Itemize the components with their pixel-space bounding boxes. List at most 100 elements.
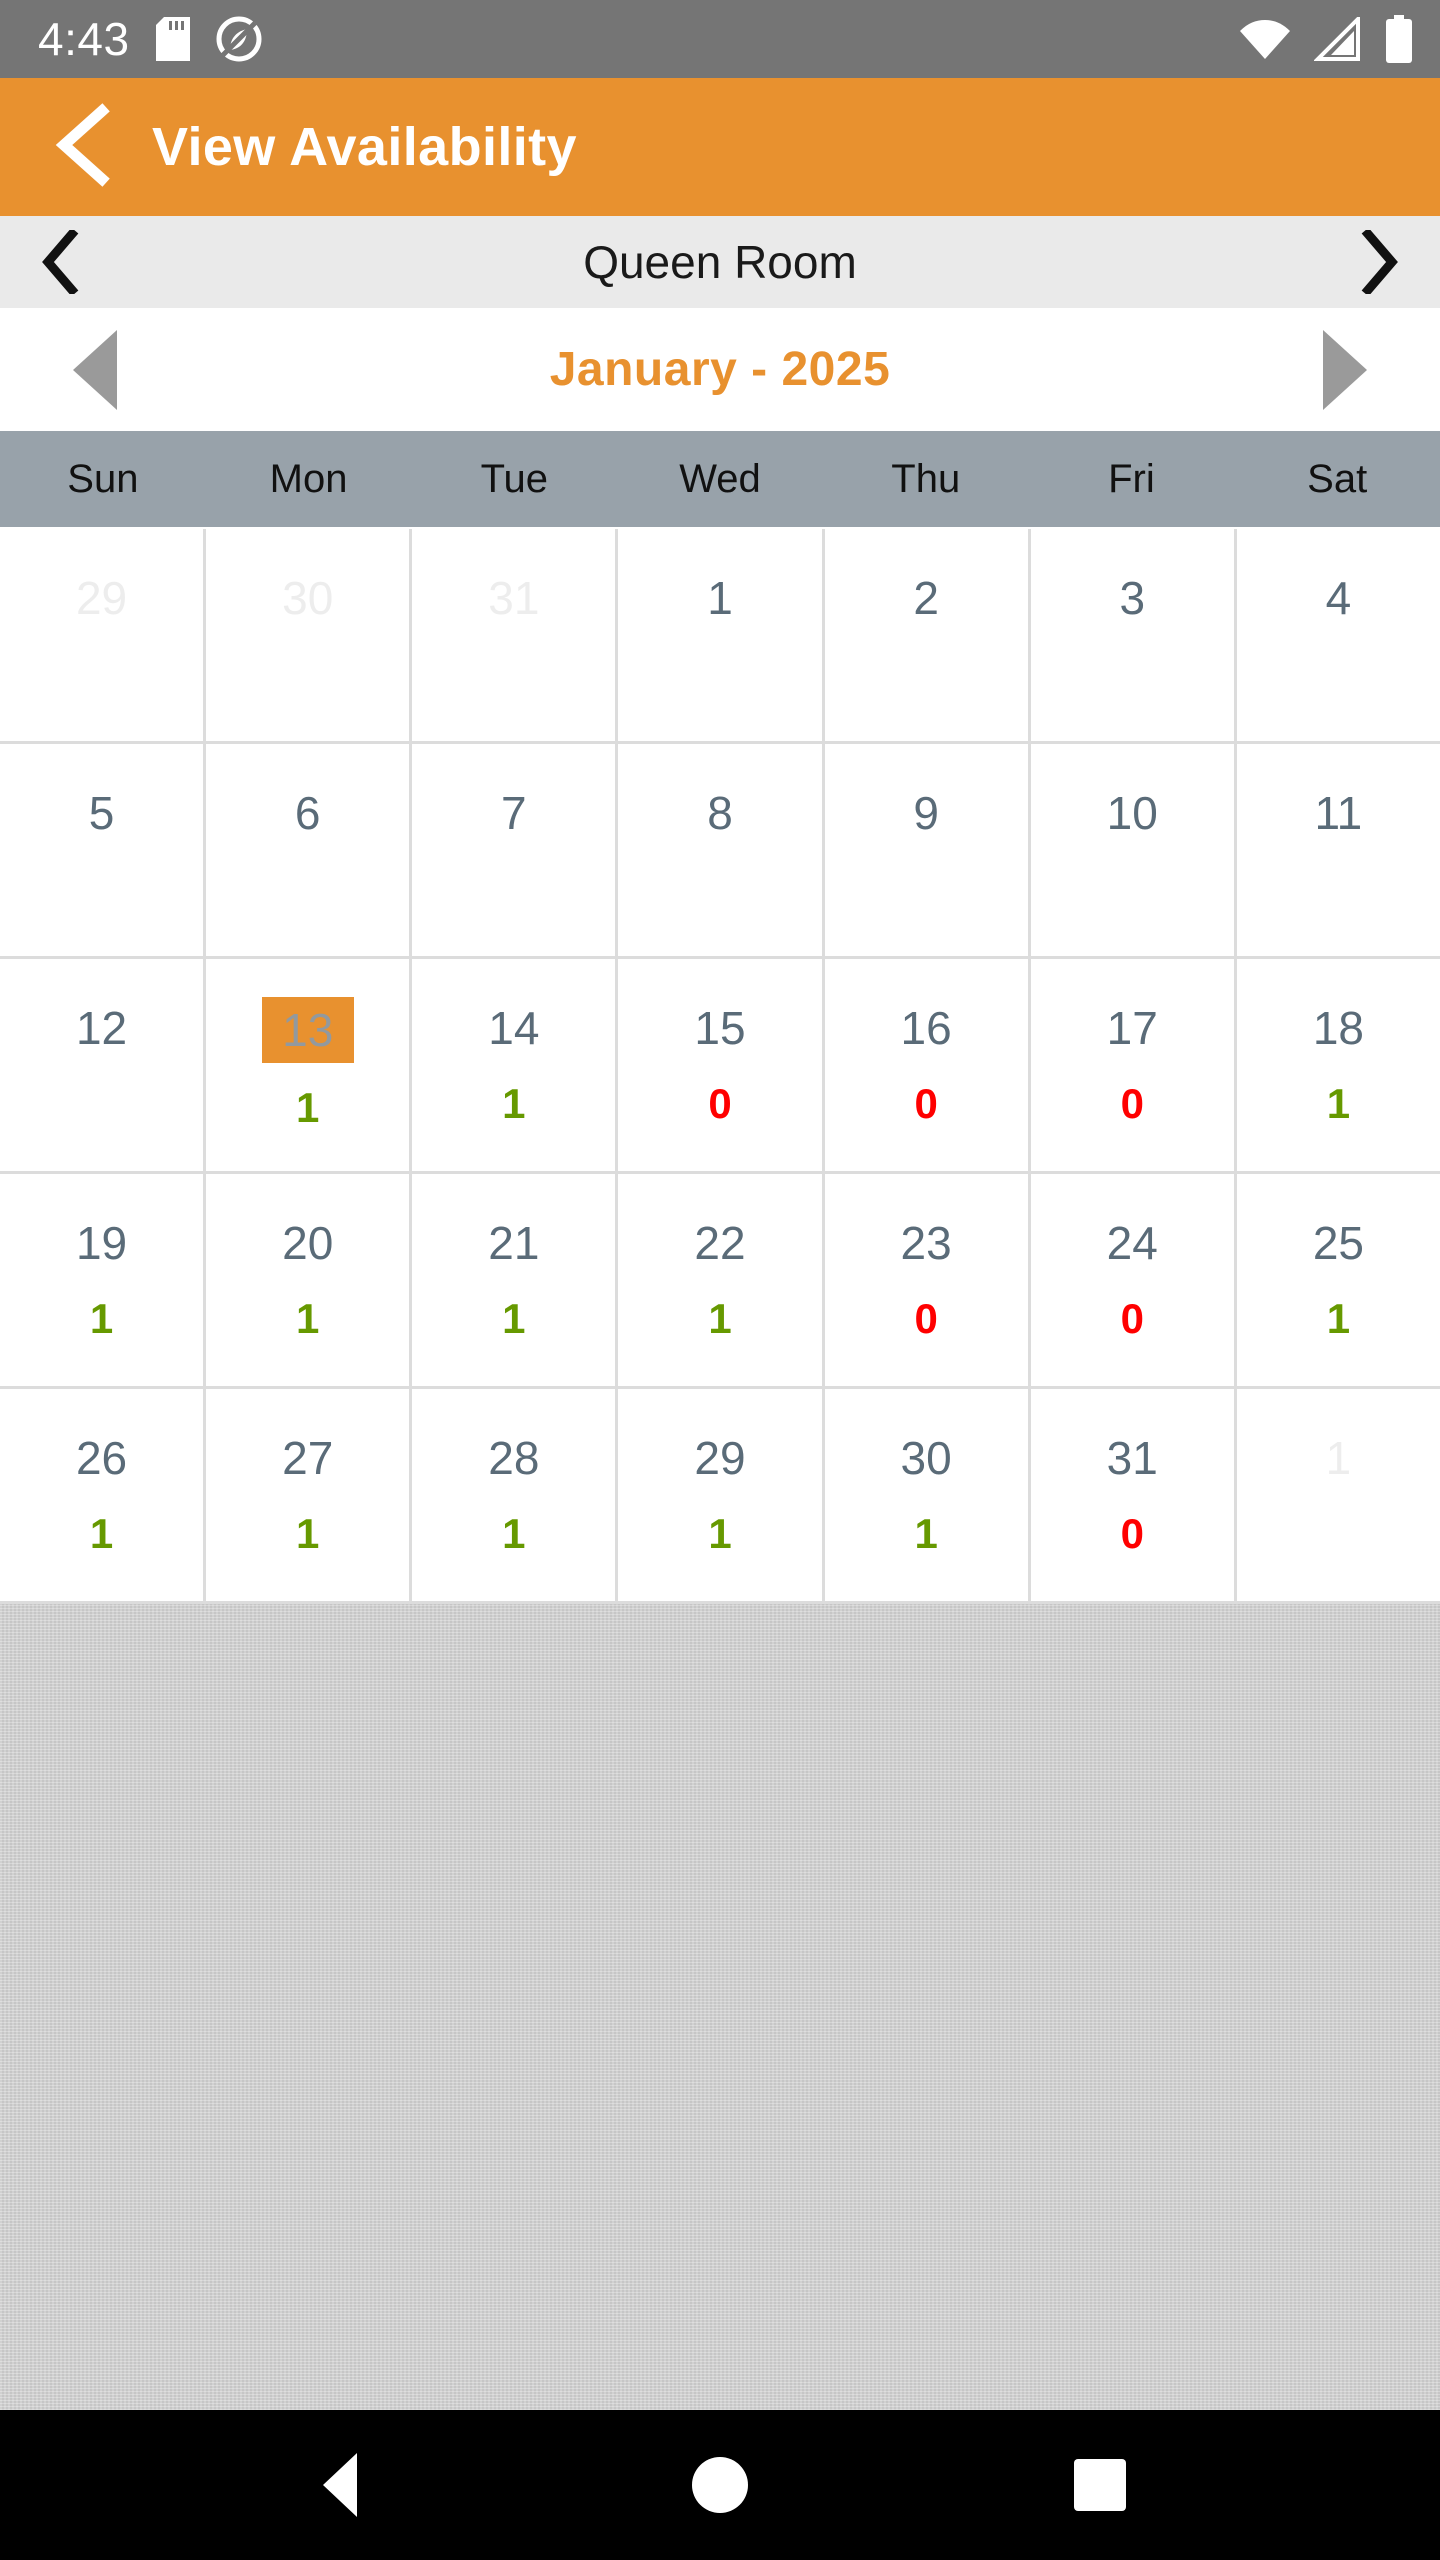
- chevron-left-icon: [46, 102, 118, 192]
- day-number: 31: [488, 572, 540, 624]
- calendar-week-row: 19 1 20 1 21 1 22 1 23 0 24 0 25 1: [0, 1174, 1440, 1389]
- day-number: 25: [1312, 1217, 1364, 1269]
- day-number: 12: [75, 1002, 128, 1054]
- weekday-label-wed: Wed: [679, 457, 761, 501]
- calendar-day-cell[interactable]: 22 1: [618, 1174, 825, 1386]
- calendar-day-cell[interactable]: 9: [824, 744, 1031, 956]
- day-number: 5: [88, 787, 115, 839]
- calendar-day-cell[interactable]: 3: [1030, 529, 1237, 741]
- day-number: 15: [694, 1002, 746, 1054]
- status-bar: 4:43: [0, 0, 1440, 78]
- day-number: 29: [75, 572, 128, 624]
- day-number: 28: [488, 1432, 540, 1484]
- day-number: 16: [900, 1002, 952, 1054]
- availability-count: 1: [502, 1510, 526, 1557]
- app-header-bar: View Availability: [0, 78, 1440, 216]
- previous-room-button[interactable]: [0, 216, 120, 308]
- weekday-label-thu: Thu: [891, 457, 961, 501]
- calendar-day-cell[interactable]: 23 0: [824, 1174, 1031, 1386]
- calendar-day-cell[interactable]: 10: [1030, 744, 1237, 956]
- calendar-day-cell[interactable]: 26 1: [0, 1389, 207, 1601]
- weekday-label-tue: Tue: [480, 457, 549, 501]
- calendar-day-cell[interactable]: 24 0: [1030, 1174, 1237, 1386]
- availability-count: 1: [708, 1510, 732, 1557]
- calendar-day-cell: 31: [412, 529, 619, 741]
- calendar-day-cell[interactable]: 7: [412, 744, 619, 956]
- day-number: 1: [1325, 1432, 1352, 1484]
- wifi-icon: [1238, 17, 1292, 61]
- day-number: 10: [1106, 787, 1158, 839]
- calendar-day-cell[interactable]: 6: [206, 744, 413, 956]
- day-number: 29: [694, 1432, 746, 1484]
- calendar-week-row: 5 6 7 8 9 10 11: [0, 744, 1440, 959]
- availability-count: 1: [1326, 1080, 1351, 1127]
- calendar-day-cell[interactable]: 20 1: [206, 1174, 413, 1386]
- nav-recents-button[interactable]: [1040, 2425, 1160, 2545]
- status-bar-left: 4:43: [38, 16, 262, 62]
- availability-count: 1: [1326, 1295, 1351, 1342]
- chevron-right-icon: [1358, 230, 1402, 294]
- day-number: 26: [75, 1432, 128, 1484]
- availability-count: 0: [1120, 1080, 1144, 1127]
- calendar-day-cell[interactable]: 1: [618, 529, 825, 741]
- weekday-label-sun: Sun: [67, 457, 139, 501]
- calendar-week-row: 12 13 1 14 1 15 0 16 0 17 0 18 1: [0, 959, 1440, 1174]
- calendar-day-cell[interactable]: 21 1: [412, 1174, 619, 1386]
- calendar-day-cell[interactable]: 11: [1236, 744, 1440, 956]
- day-number: 21: [488, 1217, 540, 1269]
- calendar-day-cell[interactable]: 5: [0, 744, 207, 956]
- availability-count: 1: [914, 1510, 938, 1557]
- empty-content-area: [0, 1604, 1440, 2410]
- calendar-day-cell[interactable]: 15 0: [618, 959, 825, 1171]
- calendar-day-cell[interactable]: 17 0: [1030, 959, 1237, 1171]
- next-month-button[interactable]: [1250, 308, 1440, 431]
- calendar-day-cell[interactable]: 19 1: [0, 1174, 207, 1386]
- calendar-day-cell: 30: [206, 529, 413, 741]
- availability-count: 1: [708, 1295, 732, 1342]
- calendar-day-cell[interactable]: 14 1: [412, 959, 619, 1171]
- month-year-label: January - 2025: [549, 343, 891, 396]
- calendar-day-cell[interactable]: 30 1: [824, 1389, 1031, 1601]
- cellular-signal-icon: [1314, 17, 1362, 61]
- weekday-label-mon: Mon: [269, 457, 348, 501]
- day-number: 30: [900, 1432, 952, 1484]
- calendar-day-cell[interactable]: 18 1: [1236, 959, 1440, 1171]
- calendar-day-cell[interactable]: 8: [618, 744, 825, 956]
- day-number: 3: [1119, 572, 1146, 624]
- day-number: 2: [913, 572, 939, 624]
- calendar-day-cell[interactable]: 16 0: [824, 959, 1031, 1171]
- calendar-day-cell: 29: [0, 529, 207, 741]
- calendar-day-cell[interactable]: 27 1: [206, 1389, 413, 1601]
- availability-count: 0: [914, 1295, 938, 1342]
- nav-back-button[interactable]: [280, 2425, 400, 2545]
- day-number: 7: [501, 787, 527, 839]
- previous-month-button[interactable]: [0, 308, 190, 431]
- next-room-button[interactable]: [1320, 216, 1440, 308]
- day-number: 23: [900, 1217, 952, 1269]
- back-button[interactable]: [34, 99, 130, 195]
- system-navigation-bar: [0, 2410, 1440, 2560]
- calendar-day-cell[interactable]: 29 1: [618, 1389, 825, 1601]
- calendar-day-cell[interactable]: 25 1: [1236, 1174, 1440, 1386]
- calendar-day-cell[interactable]: 12: [0, 959, 207, 1171]
- square-recents-icon: [1074, 2459, 1126, 2511]
- nav-home-button[interactable]: [660, 2425, 780, 2545]
- weekday-header: Sun Mon Tue Wed Thu Fri Sat: [0, 431, 1440, 527]
- availability-count: 0: [708, 1080, 732, 1127]
- calendar-day-cell: 1: [1236, 1389, 1440, 1601]
- calendar-day-cell[interactable]: 31 0: [1030, 1389, 1237, 1601]
- status-bar-clock: 4:43: [38, 13, 130, 65]
- room-selector: Queen Room: [0, 216, 1440, 308]
- availability-count: 1: [502, 1080, 526, 1127]
- calendar-day-cell[interactable]: 4: [1236, 529, 1440, 741]
- day-number: 30: [282, 572, 334, 624]
- day-number: 11: [1314, 787, 1363, 839]
- battery-icon: [1384, 15, 1414, 63]
- calendar-day-cell-selected[interactable]: 13 1: [206, 959, 413, 1171]
- day-number: 22: [694, 1217, 746, 1269]
- day-number: 17: [1106, 1002, 1158, 1054]
- weekday-label-sat: Sat: [1307, 457, 1368, 501]
- day-number: 19: [75, 1217, 128, 1269]
- calendar-day-cell[interactable]: 28 1: [412, 1389, 619, 1601]
- calendar-day-cell[interactable]: 2: [824, 529, 1031, 741]
